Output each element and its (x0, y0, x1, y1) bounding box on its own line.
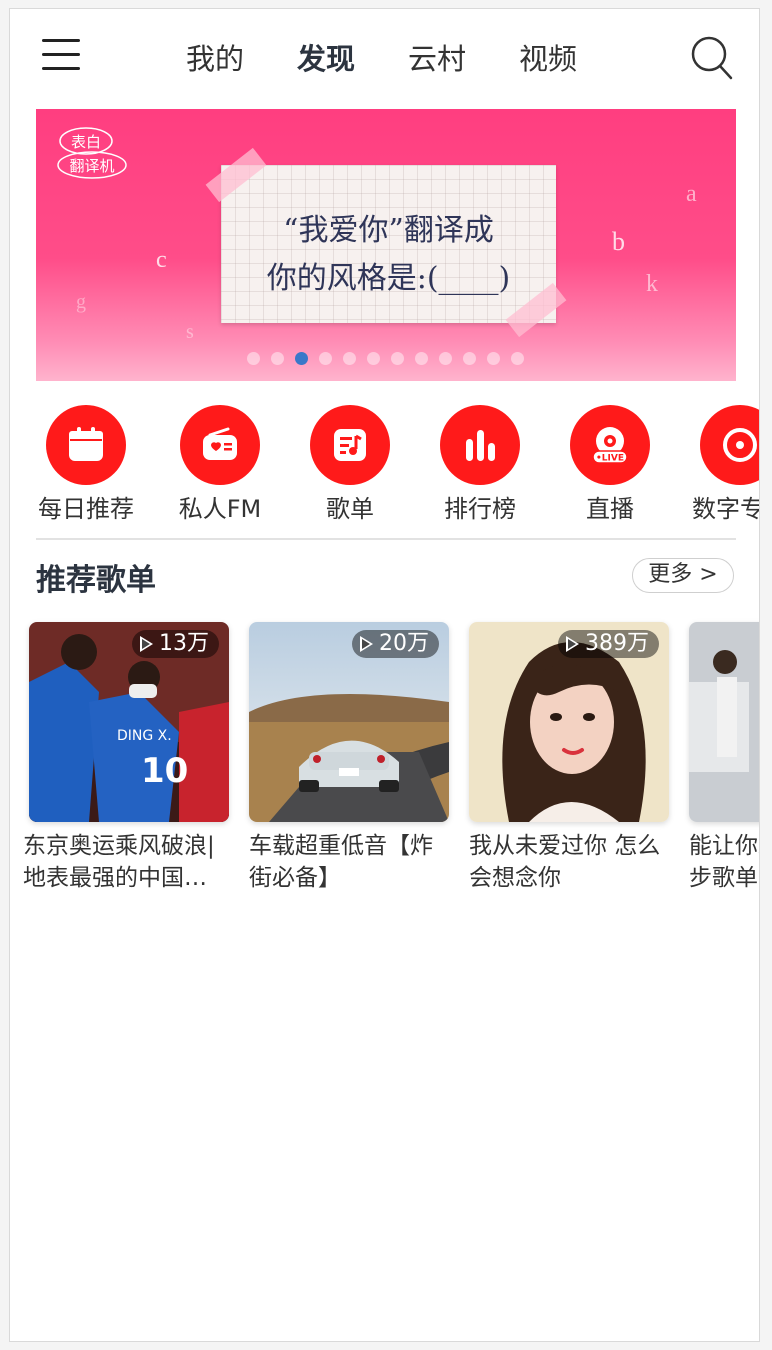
entry-label: 数字专辑 (692, 495, 759, 523)
playlist-card[interactable]: 能让你跑起来的跑步歌单 (689, 622, 759, 894)
svg-text:表白: 表白 (71, 133, 101, 151)
carousel-dot[interactable] (319, 352, 332, 365)
cover-image (689, 622, 759, 822)
top-nav: 我的 发现 云村 视频 (10, 9, 759, 109)
entry-label: 歌单 (326, 495, 374, 523)
section-title: 推荐歌单 (36, 563, 156, 598)
svg-text:翻译机: 翻译机 (69, 157, 114, 175)
playlist-icon (310, 405, 390, 485)
banner-note-line2: 你的风格是:(____) (266, 261, 511, 296)
carousel-dot[interactable] (343, 352, 356, 365)
banner-letter: a (686, 181, 697, 207)
playlist-title: 我从未爱过你 怎么会想念你 (469, 833, 661, 891)
carousel-dot[interactable] (487, 352, 500, 365)
carousel-dot[interactable] (439, 352, 452, 365)
play-count-badge: 20万 (352, 630, 439, 658)
entry-rankings[interactable]: 排行榜 (415, 405, 545, 524)
carousel-dot[interactable] (391, 352, 404, 365)
entry-live[interactable]: •LIVE 直播 (545, 405, 675, 524)
play-count-badge: 13万 (132, 630, 219, 658)
play-icon (360, 636, 373, 652)
carousel-dot[interactable] (247, 352, 260, 365)
top-tabs: 我的 发现 云村 视频 (186, 39, 630, 79)
playlist-title: 东京奥运乘风破浪|地表最强的中国女排 (23, 833, 215, 891)
app-frame: 我的 发现 云村 视频 表白 翻译机 c g s b a k “我爱你”翻译成 … (9, 8, 760, 1342)
playlist-cover: 389万 (469, 622, 669, 822)
banner-letter: c (156, 247, 167, 273)
carousel-dot[interactable] (415, 352, 428, 365)
banner-letter: b (612, 227, 625, 256)
banner-logo: 表白 翻译机 (57, 127, 127, 179)
play-count: 389万 (585, 631, 649, 656)
entry-playlist[interactable]: 歌单 (285, 405, 415, 524)
svg-text:DING X.: DING X. (117, 728, 172, 744)
entry-digital-album[interactable]: 数字专辑 (675, 405, 759, 524)
carousel-dot[interactable] (511, 352, 524, 365)
tab-village[interactable]: 云村 (408, 39, 466, 79)
entry-label: 私人FM (178, 495, 262, 523)
entry-label: 每日推荐 (38, 495, 134, 523)
entry-private-fm[interactable]: 私人FM (155, 405, 285, 524)
playlist-card[interactable]: 20万 车载超重低音【炸街必备】 (249, 622, 449, 894)
tab-video[interactable]: 视频 (519, 39, 577, 79)
chart-icon (440, 405, 520, 485)
playlist-title: 能让你跑起来的跑步歌单 (689, 833, 759, 891)
carousel-dot[interactable] (463, 352, 476, 365)
playlist-carousel: 10 DING X. 13万 东京奥运乘风破浪|地表最强的中国女排 (10, 622, 759, 922)
album-icon (700, 405, 759, 485)
tab-mine[interactable]: 我的 (186, 39, 244, 79)
more-button[interactable]: 更多 > (632, 558, 734, 593)
entry-daily-recommend[interactable]: 每日推荐 (21, 405, 151, 524)
carousel-dot[interactable] (367, 352, 380, 365)
radio-icon (180, 405, 260, 485)
entry-label: 排行榜 (444, 495, 516, 523)
carousel-dot[interactable] (271, 352, 284, 365)
play-count-badge: 389万 (558, 630, 659, 658)
playlist-card[interactable]: 10 DING X. 13万 东京奥运乘风破浪|地表最强的中国女排 (23, 622, 229, 894)
carousel-dots (247, 352, 524, 365)
menu-icon[interactable] (42, 39, 80, 71)
banner-carousel[interactable]: 表白 翻译机 c g s b a k “我爱你”翻译成 你的风格是:(____) (36, 109, 736, 381)
banner-letter: s (186, 321, 194, 343)
svg-text:10: 10 (141, 751, 188, 791)
play-count: 13万 (159, 631, 209, 656)
playlist-cover (689, 622, 759, 822)
banner-letter: g (76, 291, 86, 313)
playlist-cover: 10 DING X. 13万 (29, 622, 229, 822)
playlist-card[interactable]: 389万 我从未爱过你 怎么会想念你 (469, 622, 669, 894)
section-divider (36, 538, 736, 540)
play-icon (566, 636, 579, 652)
playlist-title: 车载超重低音【炸街必备】 (249, 833, 433, 891)
svg-text:•LIVE: •LIVE (596, 454, 624, 464)
banner-note-line1: “我爱你”翻译成 (283, 213, 494, 248)
banner-note-card: “我爱你”翻译成 你的风格是:(____) (221, 165, 556, 323)
entry-label: 直播 (586, 495, 634, 523)
banner-letter: k (646, 271, 658, 297)
tab-discover[interactable]: 发现 (297, 39, 355, 79)
carousel-dot[interactable] (295, 352, 308, 365)
calendar-icon (46, 405, 126, 485)
quick-entry-row: 每日推荐 私人FM 歌单 排行榜 •LIVE 直播 数字 (10, 405, 759, 525)
play-count: 20万 (379, 631, 429, 656)
search-icon[interactable] (690, 35, 734, 81)
playlist-cover: 20万 (249, 622, 449, 822)
live-icon: •LIVE (570, 405, 650, 485)
play-icon (140, 636, 153, 652)
